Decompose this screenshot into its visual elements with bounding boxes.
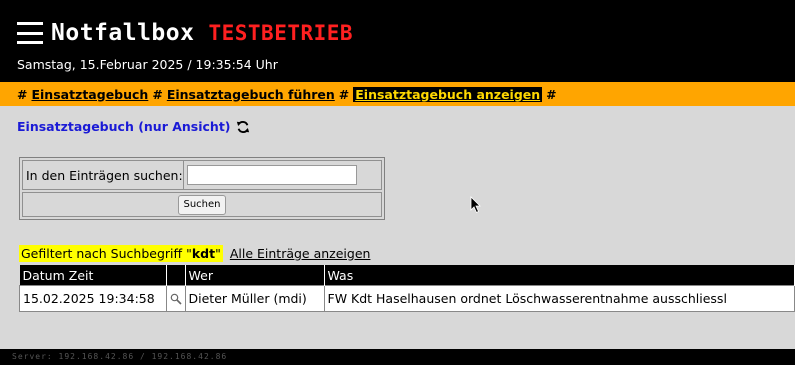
footer: Server: 192.168.42.86 / 192.168.42.86: [0, 349, 795, 365]
refresh-icon[interactable]: [236, 120, 250, 134]
cell-who: Dieter Müller (mdi): [184, 285, 325, 312]
mode-label: TESTBETRIEB: [208, 21, 354, 45]
page-heading: Einsatztagebuch (nur Ansicht): [17, 119, 250, 134]
filter-prefix: Gefiltert nach Suchbegriff ": [21, 246, 192, 261]
show-all-entries-link[interactable]: Alle Einträge anzeigen: [230, 246, 371, 261]
search-row: In den Einträgen suchen:: [22, 160, 382, 190]
search-input[interactable]: [186, 165, 357, 185]
column-header-icon: [166, 265, 186, 286]
app-title: Notfallbox: [51, 20, 195, 46]
cell-what: FW Kdt Haselhausen ordnet Löschwasserent…: [323, 285, 795, 312]
filter-suffix: ": [215, 246, 221, 261]
mouse-cursor-icon: [470, 196, 481, 214]
table-row: 15.02.2025 19:34:58 Dieter Müller (mdi) …: [19, 285, 795, 312]
search-input-cell: [182, 161, 357, 189]
search-button-row: Suchen: [22, 192, 382, 217]
hamburger-menu-icon[interactable]: [17, 22, 43, 44]
breadcrumb-separator: #: [17, 86, 28, 102]
breadcrumb-separator: #: [152, 86, 163, 102]
current-datetime: Samstag, 15.Februar 2025 / 19:35:54 Uhr: [17, 57, 278, 72]
entries-table: Datum Zeit Wer Was 15.02.2025 19:34:58 D…: [19, 265, 795, 312]
breadcrumb-link-einsatztagebuch[interactable]: Einsatztagebuch: [31, 87, 148, 102]
table-header-row: Datum Zeit Wer Was: [19, 265, 795, 286]
search-button[interactable]: Suchen: [178, 194, 226, 215]
cell-datetime: 15.02.2025 19:34:58: [19, 285, 167, 312]
breadcrumb-current[interactable]: Einsatztagebuch anzeigen: [353, 86, 543, 102]
breadcrumb: # Einsatztagebuch # Einsatztagebuch führ…: [0, 82, 795, 106]
magnifier-icon[interactable]: [170, 293, 182, 305]
breadcrumb-link-fuehren[interactable]: Einsatztagebuch führen: [167, 87, 335, 102]
page-title: Einsatztagebuch (nur Ansicht): [17, 119, 231, 134]
breadcrumb-separator: #: [546, 86, 557, 102]
filter-row: Gefiltert nach Suchbegriff "kdt" Alle Ei…: [19, 245, 370, 262]
column-header-what: Was: [324, 265, 795, 286]
search-label: In den Einträgen suchen:: [26, 167, 183, 183]
breadcrumb-separator: #: [338, 86, 350, 102]
app-header: Notfallbox TESTBETRIEB Samstag, 15.Febru…: [0, 0, 795, 82]
title-row: Notfallbox TESTBETRIEB: [17, 18, 353, 48]
column-header-who: Wer: [185, 265, 325, 286]
column-header-datetime: Datum Zeit: [19, 265, 167, 286]
search-form: In den Einträgen suchen: Suchen: [19, 157, 385, 220]
cell-icon[interactable]: [165, 285, 186, 312]
server-info: Server: 192.168.42.86 / 192.168.42.86: [12, 352, 228, 361]
filter-term: kdt: [191, 246, 216, 261]
filter-indicator: Gefiltert nach Suchbegriff "kdt": [19, 245, 223, 262]
